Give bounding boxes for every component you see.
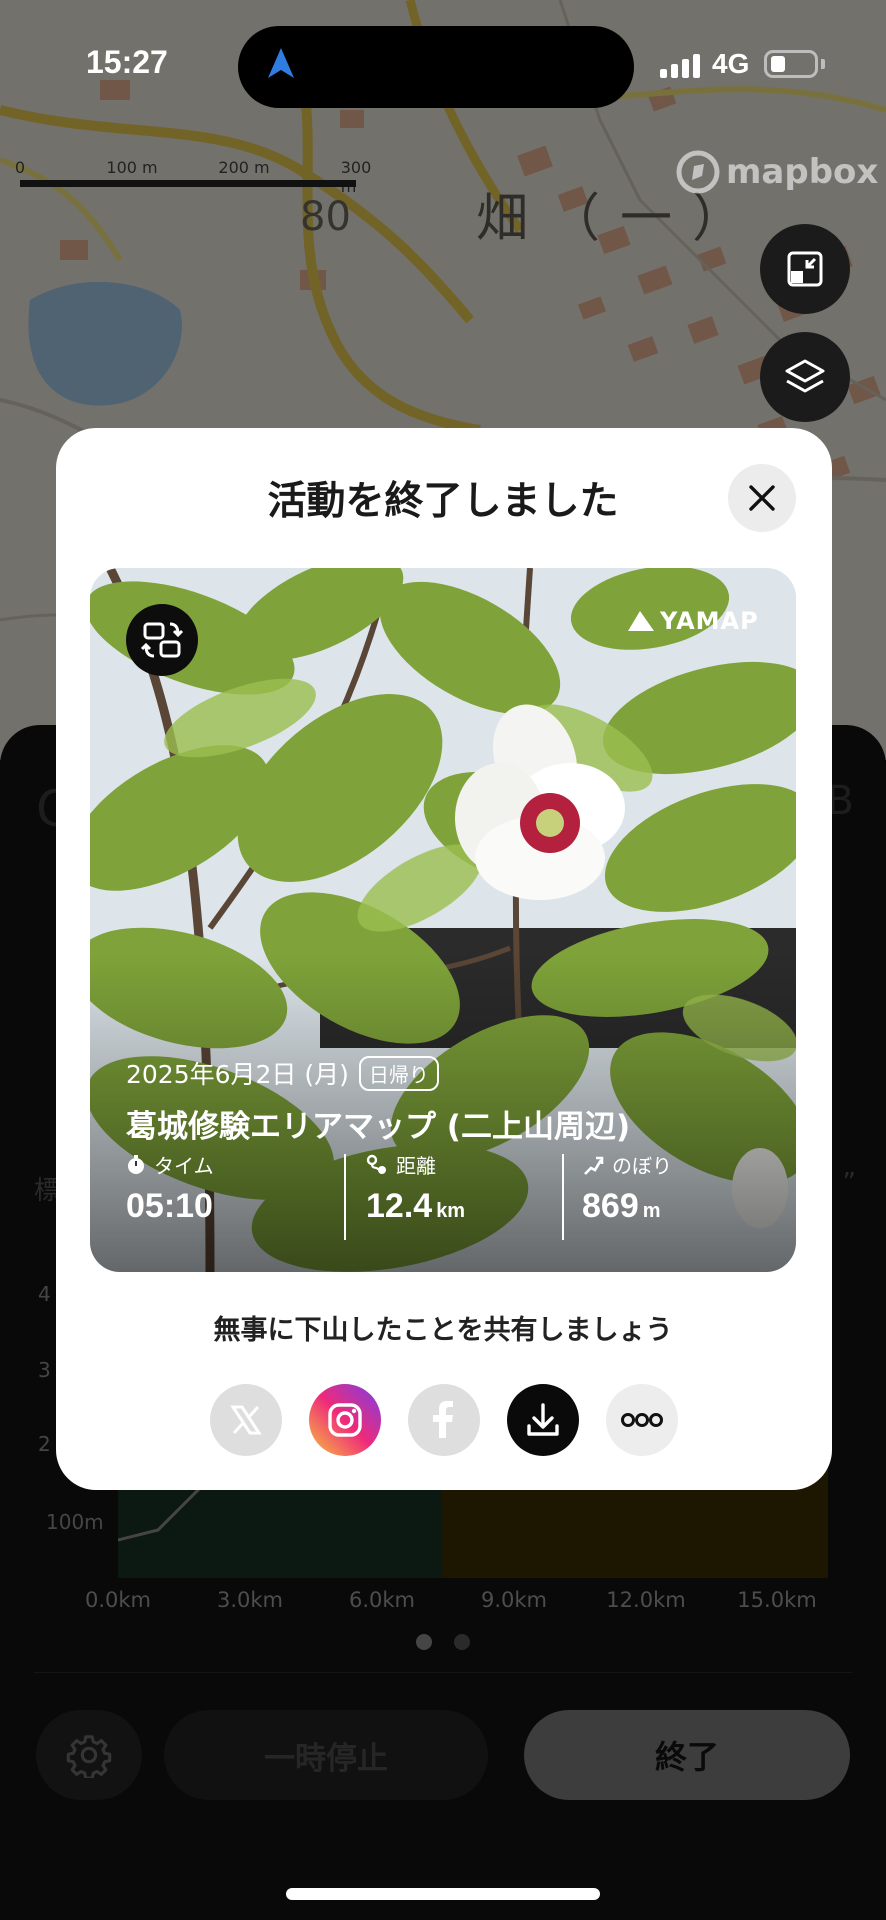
mapbox-label: mapbox	[726, 152, 879, 192]
stat-ascent-unit: m	[642, 1200, 661, 1222]
ascent-icon	[584, 1156, 604, 1175]
stat-ascent: のぼり 869 m	[582, 1150, 672, 1226]
scale-tick: 100 m	[106, 158, 158, 177]
x-icon	[230, 1405, 262, 1435]
more-icon	[621, 1413, 663, 1427]
activity-stats: タイム 05:10 距離 12.4 km のぼり 869 m	[126, 1150, 786, 1240]
share-instagram-button[interactable]	[309, 1384, 381, 1456]
yamap-logo: YAMAP	[626, 607, 759, 635]
scale-tick: 200 m	[218, 158, 270, 177]
brand-label: YAMAP	[660, 607, 759, 635]
share-facebook-button[interactable]	[408, 1384, 480, 1456]
battery-tip	[821, 59, 825, 69]
battery-icon	[764, 50, 818, 78]
download-icon	[527, 1403, 559, 1436]
close-button[interactable]	[728, 464, 796, 532]
mapbox-attribution[interactable]: mapbox	[676, 150, 878, 194]
more-share-options-button[interactable]	[606, 1384, 678, 1456]
stat-distance-value: 12.4	[366, 1187, 433, 1225]
network-label: 4G	[712, 48, 750, 79]
save-image-button[interactable]	[507, 1384, 579, 1456]
stat-divider	[344, 1154, 346, 1240]
share-buttons	[210, 1384, 680, 1456]
scale-tick: 300 m	[340, 158, 372, 196]
stat-ascent-label: のぼり	[612, 1154, 672, 1178]
status-time: 15:27	[86, 44, 168, 80]
route-distance-icon	[366, 1154, 386, 1174]
location-arrow-icon	[268, 48, 294, 78]
home-indicator[interactable]	[286, 1888, 600, 1900]
fit-view-button[interactable]	[760, 224, 850, 314]
stat-divider	[562, 1154, 564, 1240]
stat-distance: 距離 12.4 km	[366, 1150, 465, 1226]
swap-photo-button[interactable]	[126, 604, 198, 676]
yamap-mountain-icon	[628, 611, 654, 631]
stat-time: タイム 05:10	[126, 1150, 214, 1226]
stat-distance-label: 距離	[396, 1154, 436, 1178]
scale-tick: 0	[14, 158, 26, 177]
stat-distance-unit: km	[436, 1200, 466, 1222]
map-scale: 0 100 m 200 m 300 m	[14, 158, 371, 196]
mapbox-logo-icon	[676, 150, 720, 194]
signal-icon	[660, 52, 700, 78]
map-layers-button[interactable]	[760, 332, 850, 422]
close-icon	[749, 485, 775, 511]
dynamic-island	[238, 26, 634, 108]
activity-date: 2025年6月2日 (月)	[126, 1060, 349, 1089]
layers-icon	[785, 359, 825, 393]
swap-icon	[140, 622, 184, 658]
collapse-view-icon	[787, 251, 823, 287]
stat-time-value: 05:10	[126, 1187, 213, 1225]
share-prompt: 無事に下山したことを共有しましょう	[213, 1315, 673, 1346]
stat-time-label: タイム	[154, 1154, 214, 1178]
facebook-icon	[433, 1401, 453, 1438]
scale-bar	[20, 180, 356, 187]
trip-type-badge: 日帰り	[358, 1055, 439, 1091]
activity-info: 2025年6月2日 (月) 日帰り 葛城修験エリアマップ (二上山周辺)	[126, 1055, 786, 1146]
instagram-icon	[328, 1403, 362, 1437]
stopwatch-icon	[128, 1154, 144, 1174]
route-name: 葛城修験エリアマップ (二上山周辺)	[126, 1109, 631, 1145]
stat-ascent-value: 869	[582, 1187, 639, 1225]
share-x-button[interactable]	[210, 1384, 282, 1456]
